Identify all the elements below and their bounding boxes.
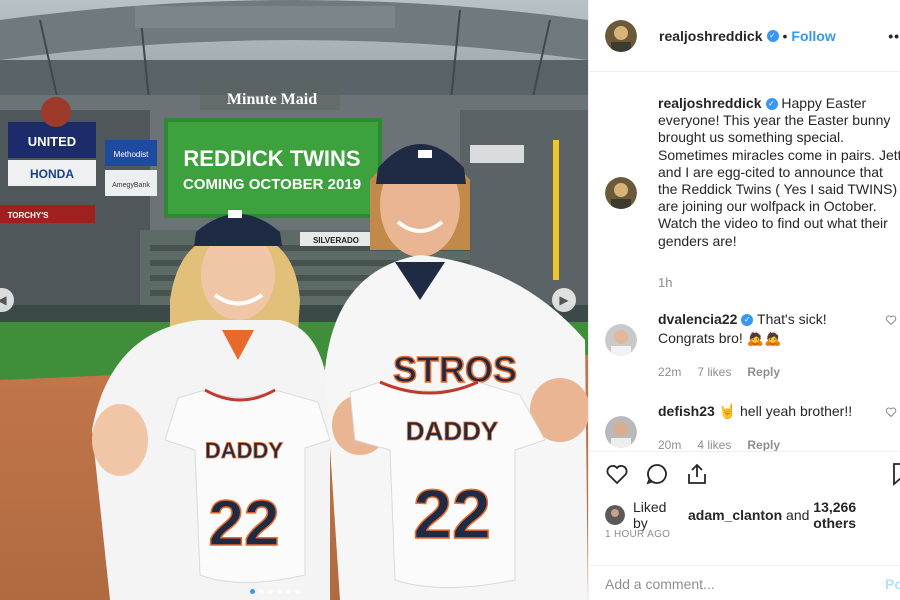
ad-torchys: TORCHY'S (8, 211, 50, 220)
onesie-left-number: 22 (208, 487, 279, 559)
comment-username[interactable]: dvalencia22 (658, 311, 737, 327)
carousel-dot[interactable] (277, 589, 282, 594)
post-header: realjoshreddick ✓ • Follow ••• (589, 0, 900, 72)
carousel-dot[interactable] (295, 589, 300, 594)
verified-badge-icon: ✓ (741, 314, 754, 327)
comment-meta: 20m 4 likes Reply (658, 438, 796, 451)
comment-input[interactable] (605, 575, 855, 592)
post-timestamp[interactable]: 1 HOUR AGO (605, 529, 670, 540)
more-options-icon[interactable]: ••• (888, 28, 900, 44)
caption-time: 1h (658, 275, 673, 290)
onesie-left-name: DADDY (205, 438, 284, 463)
liked-by-others[interactable]: 13,266 others (813, 499, 900, 531)
avatar[interactable] (605, 505, 625, 525)
post-button[interactable]: Post (885, 576, 900, 592)
reply-button[interactable]: Reply (747, 365, 780, 379)
avatar[interactable] (605, 416, 637, 448)
liked-by-and: and (786, 507, 810, 523)
header-username[interactable]: realjoshreddick (659, 28, 763, 44)
chevron-right-icon[interactable]: ▶ (552, 288, 576, 312)
verified-badge-icon: ✓ (765, 98, 778, 111)
share-icon[interactable] (685, 462, 709, 486)
scoreboard-line2: COMING OCTOBER 2019 (183, 176, 361, 193)
photo-illustration: UNITED HONDA Methodist AmegyBank TORCHY'… (0, 0, 588, 600)
carousel-dot[interactable] (259, 589, 264, 594)
post-actions: Liked by adam_clanton and 13,266 others … (589, 451, 900, 600)
avatar[interactable] (605, 19, 637, 52)
comment-username[interactable]: defish23 (658, 403, 715, 419)
post-photo[interactable]: UNITED HONDA Methodist AmegyBank TORCHY'… (0, 0, 588, 600)
ad-amegy: AmegyBank (112, 182, 150, 189)
onesie-right-name: DADDY (406, 416, 498, 446)
ad-silverado: SILVERADO (313, 236, 359, 245)
minute-maid-sign: Minute Maid (227, 91, 317, 108)
avatar[interactable] (605, 177, 637, 209)
heart-icon[interactable] (885, 314, 897, 326)
post-sidebar: realjoshreddick ✓ • Follow ••• realjoshr… (588, 0, 900, 600)
comment-body: 🤘 hell yeah brother!! (718, 403, 853, 419)
ad-honda: HONDA (30, 167, 74, 181)
comment-icon[interactable] (645, 462, 669, 486)
liked-by-prefix: Liked by (633, 499, 667, 531)
comment-likes[interactable]: 4 likes (697, 438, 731, 451)
liked-by: Liked by adam_clanton and 13,266 others (605, 499, 900, 531)
ad-united: UNITED (28, 134, 76, 149)
caption-text: realjoshreddick ✓ Happy Easter everyone! … (658, 95, 900, 250)
caption-body: Happy Easter everyone! This year the Eas… (658, 95, 900, 249)
bookmark-icon[interactable] (889, 462, 900, 486)
like-heart-icon[interactable] (605, 462, 629, 486)
heart-icon[interactable] (885, 406, 897, 418)
carousel-dot[interactable] (286, 589, 291, 594)
verified-badge-icon: ✓ (766, 29, 779, 42)
comment-text: defish23 🤘 hell yeah brother!! (658, 402, 868, 421)
header-separator: • (782, 27, 788, 44)
comment-time: 22m (658, 365, 682, 379)
reply-button[interactable]: Reply (747, 438, 780, 451)
add-comment-bar: Post (589, 565, 900, 600)
ad-methodist: Methodist (114, 150, 149, 159)
comment-time: 20m (658, 438, 682, 451)
carousel-dots (250, 589, 300, 594)
carousel-dot[interactable] (250, 589, 255, 594)
comment-likes[interactable]: 7 likes (697, 365, 731, 379)
caption-username[interactable]: realjoshreddick (658, 95, 762, 111)
avatar[interactable] (605, 324, 637, 356)
jersey-text: STROS (393, 349, 517, 390)
comment-text: dvalencia22 ✓ That's sick! Congrats bro! … (658, 310, 868, 348)
comments-list[interactable]: realjoshreddick ✓ Happy Easter everyone! … (589, 73, 900, 451)
scoreboard-line1: REDDICK TWINS (183, 146, 360, 171)
carousel-dot[interactable] (268, 589, 273, 594)
liked-by-user[interactable]: adam_clanton (688, 507, 782, 523)
comment-meta: 22m 7 likes Reply (658, 365, 796, 379)
follow-button[interactable]: Follow (791, 28, 835, 44)
onesie-right-number: 22 (413, 475, 491, 553)
